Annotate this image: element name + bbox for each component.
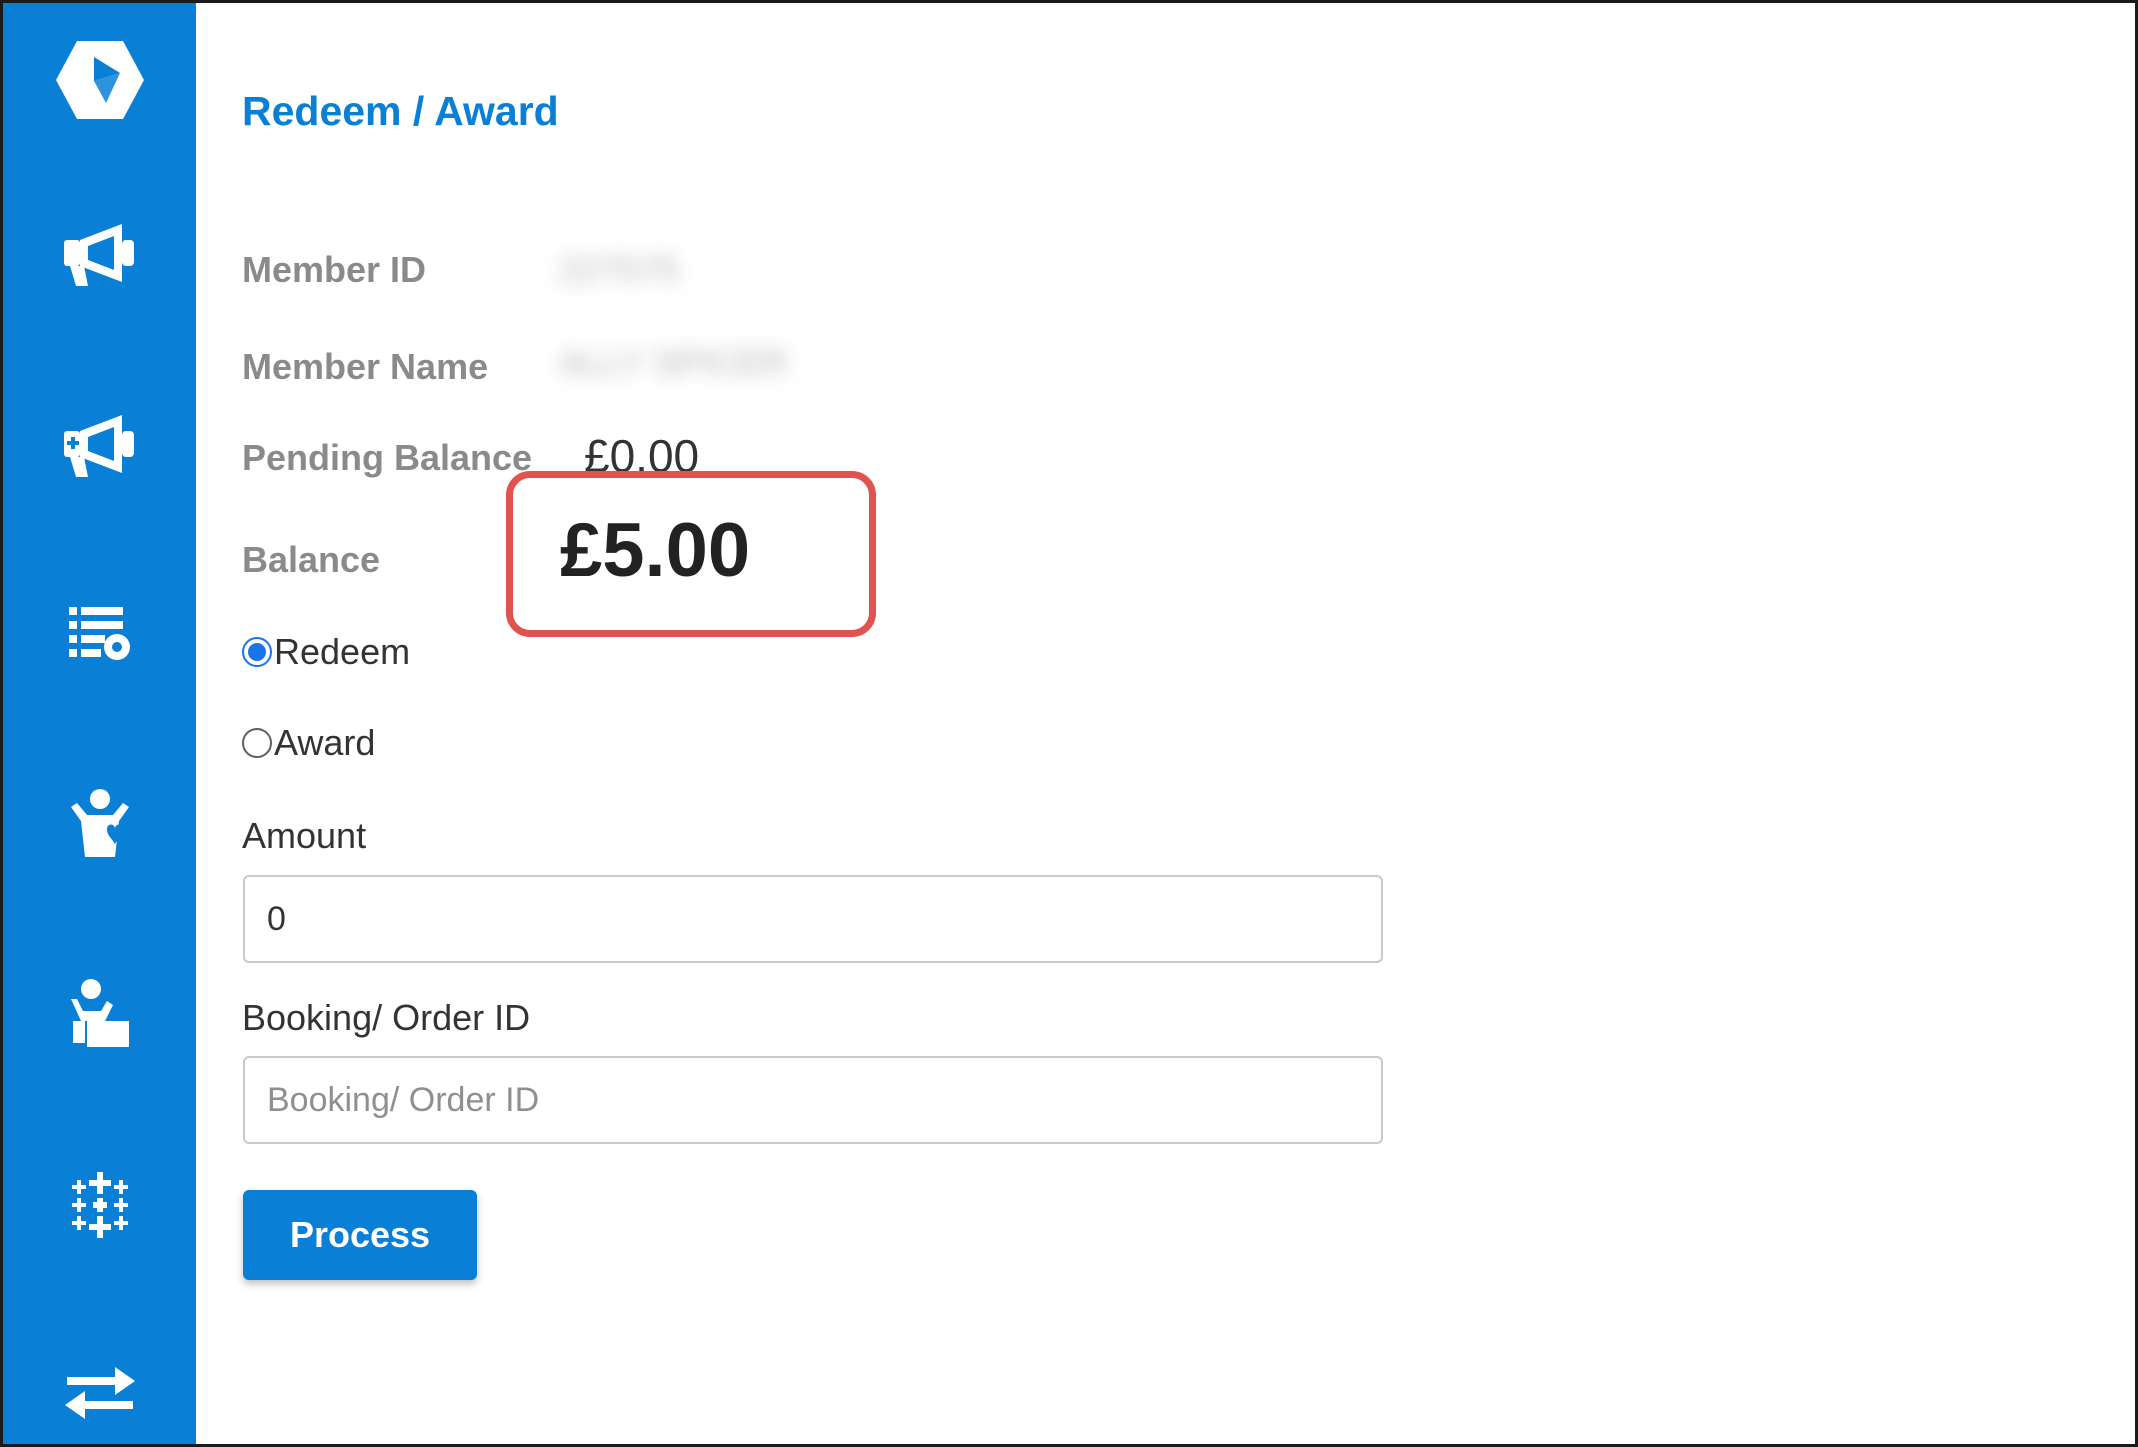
award-radio[interactable]	[242, 727, 272, 758]
megaphone-icon[interactable]	[3, 200, 196, 310]
person-desk-icon[interactable]	[3, 958, 196, 1068]
main-content: Redeem / Award Member ID 227575 Member N…	[196, 3, 2135, 1444]
redeem-radio[interactable]	[242, 636, 272, 667]
balance-label: Balance	[242, 539, 381, 580]
member-name-value: ALLY SPICER	[559, 342, 788, 383]
booking-order-id-label: Booking/ Order ID	[242, 997, 531, 1038]
sparkles-grid-icon[interactable]	[3, 1150, 196, 1260]
app-window: Redeem / Award Member ID 227575 Member N…	[0, 0, 2138, 1447]
redeem-radio-label: Redeem	[274, 631, 411, 672]
award-radio-label: Award	[274, 722, 376, 763]
amount-label: Amount	[242, 815, 367, 856]
booking-order-id-input[interactable]	[243, 1056, 1383, 1144]
award-option[interactable]: Award	[242, 721, 375, 764]
pending-balance-label: Pending Balance	[242, 437, 533, 478]
redeem-option[interactable]: Redeem	[242, 630, 410, 673]
member-id-value: 227575	[559, 249, 680, 290]
megaphone-plus-icon[interactable]	[3, 391, 196, 501]
page-title: Redeem / Award	[242, 88, 559, 134]
list-settings-icon[interactable]	[3, 578, 196, 688]
logo-hexagon-icon[interactable]	[3, 25, 196, 135]
person-heart-icon[interactable]	[3, 768, 196, 878]
sidebar	[3, 3, 196, 1444]
member-name-label: Member Name	[242, 346, 489, 387]
balance-value: £5.00	[560, 508, 751, 593]
process-button[interactable]: Process	[243, 1190, 477, 1280]
amount-input[interactable]	[243, 875, 1383, 963]
transfer-arrows-icon[interactable]	[3, 1338, 196, 1444]
member-id-label: Member ID	[242, 249, 427, 290]
